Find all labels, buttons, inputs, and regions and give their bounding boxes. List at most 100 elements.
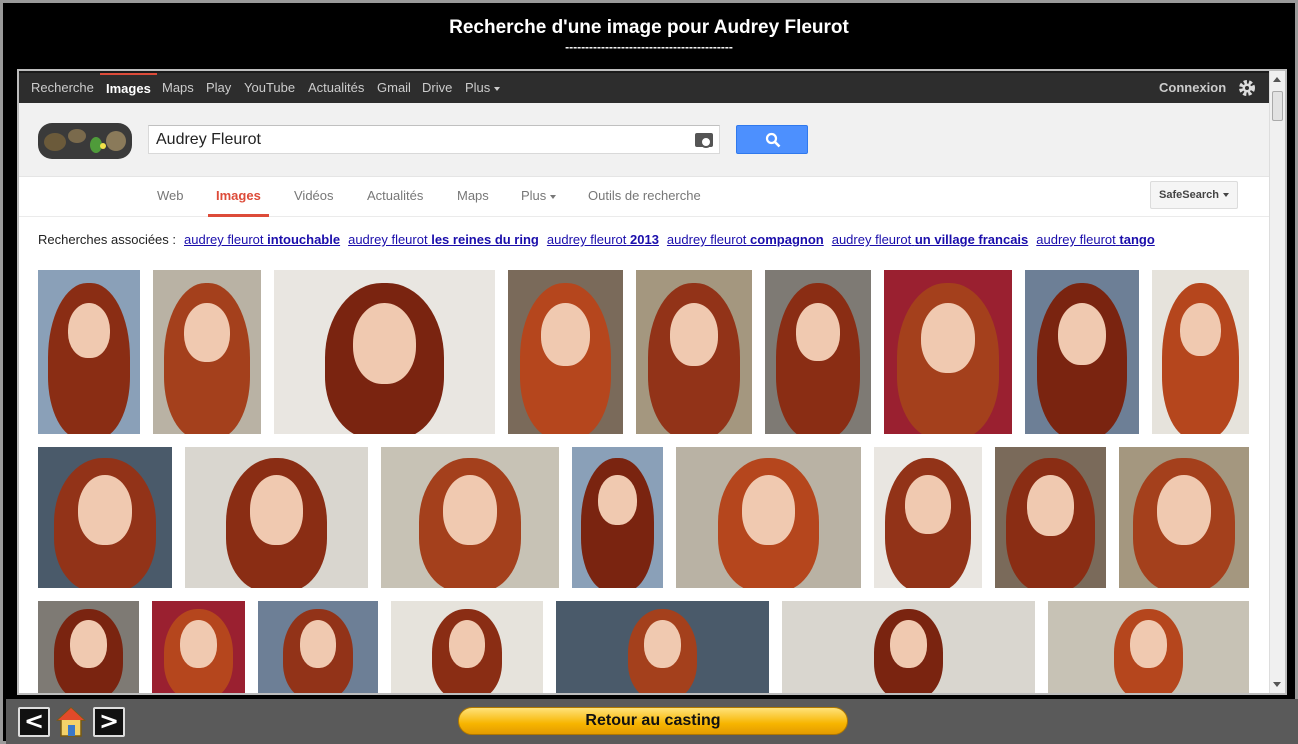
scroll-up-arrow-icon[interactable] [1273, 77, 1281, 82]
portrait-face-shape [180, 620, 217, 668]
image-result-thumbnail[interactable] [258, 601, 378, 693]
portrait-face-shape [70, 620, 107, 668]
forward-button[interactable]: > [93, 707, 125, 737]
gbar-item-gmail[interactable]: Gmail [377, 73, 411, 103]
portrait-face-shape [353, 302, 416, 384]
search-button[interactable] [736, 125, 808, 154]
portrait-face-shape [921, 302, 975, 373]
camera-icon[interactable] [695, 133, 713, 148]
portrait-face-shape [644, 620, 681, 668]
related-link-bold: compagnon [750, 232, 824, 247]
portrait-face-shape [1157, 475, 1211, 545]
app-window: Recherche d'une image pour Audrey Fleuro… [0, 0, 1298, 744]
image-result-thumbnail[interactable] [572, 447, 663, 588]
related-link-base: audrey fleurot [666, 232, 747, 247]
portrait-face-shape [299, 620, 337, 668]
image-result-thumbnail[interactable] [38, 447, 172, 588]
image-result-thumbnail[interactable] [152, 601, 245, 693]
related-link-base: audrey fleurot [546, 232, 627, 247]
search-tabs: Web Images Vidéos Actualités Maps Plus O… [19, 177, 1269, 217]
portrait-face-shape [1027, 475, 1074, 536]
image-result-thumbnail[interactable] [391, 601, 543, 693]
related-link[interactable]: audrey fleurot les reines du ring [348, 232, 539, 247]
image-result-thumbnail[interactable] [1025, 270, 1139, 434]
google-top-bar: Recherche Images Maps Play YouTube Actua… [19, 71, 1269, 103]
image-result-thumbnail[interactable] [556, 601, 769, 693]
search-query-text: Audrey Fleurot [156, 131, 261, 148]
portrait-face-shape [795, 302, 841, 361]
image-result-thumbnail[interactable] [508, 270, 623, 434]
gbar-item-drive[interactable]: Drive [422, 73, 452, 103]
portrait-face-shape [78, 475, 132, 545]
related-link-bold: intouchable [267, 232, 341, 247]
portrait-face-shape [1180, 302, 1221, 356]
image-result-thumbnail[interactable] [995, 447, 1106, 588]
gbar-item-play[interactable]: Play [206, 73, 231, 103]
related-searches-label: Recherches associées : [38, 232, 177, 247]
related-link-base: audrey fleurot [831, 232, 912, 247]
portrait-face-shape [184, 302, 230, 362]
google-doodle-logo[interactable] [38, 123, 132, 159]
page-header: Recherche d'une image pour Audrey Fleuro… [3, 17, 1295, 53]
image-result-thumbnail[interactable] [782, 601, 1035, 693]
gbar-item-plus[interactable]: Plus [465, 73, 501, 103]
portrait-face-shape [890, 620, 927, 668]
gbar-item-actualites[interactable]: Actualités [308, 73, 364, 103]
signin-link[interactable]: Connexion [1159, 73, 1226, 103]
image-result-thumbnail[interactable] [274, 270, 495, 434]
related-link[interactable]: audrey fleurot compagnon [667, 232, 824, 247]
image-result-thumbnail[interactable] [765, 270, 871, 434]
tab-plus-label: Plus [521, 188, 547, 203]
scrollbar-thumb[interactable] [1272, 91, 1283, 121]
related-link-bold: 2013 [630, 232, 659, 247]
related-link-base: audrey fleurot [348, 232, 428, 247]
portrait-face-shape [443, 475, 497, 545]
related-link-base: audrey fleurot [1036, 232, 1116, 247]
image-result-thumbnail[interactable] [636, 270, 752, 434]
related-link[interactable]: audrey fleurot 2013 [547, 232, 659, 247]
gbar-item-youtube[interactable]: YouTube [244, 73, 295, 103]
portrait-face-shape [448, 620, 486, 668]
image-result-thumbnail[interactable] [1119, 447, 1249, 588]
gbar-item-maps[interactable]: Maps [162, 73, 194, 103]
vertical-scrollbar[interactable] [1269, 71, 1285, 693]
gbar-item-recherche[interactable]: Recherche [31, 73, 94, 103]
tab-plus[interactable]: Plus [521, 177, 557, 217]
image-result-thumbnail[interactable] [1048, 601, 1249, 693]
safesearch-dropdown[interactable]: SafeSearch [1150, 181, 1238, 209]
tab-outils-de-recherche[interactable]: Outils de recherche [588, 177, 701, 217]
related-searches: Recherches associées : audrey fleurot int… [38, 232, 1155, 247]
search-input[interactable]: Audrey Fleurot [148, 125, 720, 154]
gbar-plus-label: Plus [465, 80, 491, 95]
related-link-bold: tango [1119, 232, 1155, 247]
tab-actualites[interactable]: Actualités [367, 177, 423, 217]
back-button[interactable]: < [18, 707, 50, 737]
image-result-thumbnail[interactable] [38, 601, 139, 693]
image-result-thumbnail[interactable] [676, 447, 861, 588]
related-link[interactable]: audrey fleurot tango [1036, 232, 1155, 247]
image-result-thumbnail[interactable] [874, 447, 982, 588]
page-title: Recherche d'une image pour Audrey Fleuro… [449, 17, 849, 38]
image-result-thumbnail[interactable] [381, 447, 559, 588]
retour-au-casting-button[interactable]: Retour au casting [458, 707, 848, 735]
gbar-item-images[interactable]: Images [100, 73, 157, 103]
image-result-thumbnail[interactable] [1152, 270, 1249, 434]
image-result-thumbnail[interactable] [185, 447, 368, 588]
tab-videos[interactable]: Vidéos [294, 177, 334, 217]
image-result-thumbnail[interactable] [884, 270, 1012, 434]
scroll-down-arrow-icon[interactable] [1273, 682, 1281, 687]
home-icon[interactable] [56, 706, 86, 738]
image-result-thumbnail[interactable] [153, 270, 261, 434]
related-link[interactable]: audrey fleurot intouchable [184, 232, 340, 247]
tab-maps[interactable]: Maps [457, 177, 489, 217]
related-link[interactable]: audrey fleurot un village francais [832, 232, 1029, 247]
chevron-down-icon [1222, 193, 1229, 198]
gear-icon[interactable] [1238, 79, 1256, 97]
safesearch-label: SafeSearch [1159, 189, 1219, 201]
tab-web[interactable]: Web [157, 177, 184, 217]
search-icon [765, 132, 781, 148]
image-result-thumbnail[interactable] [38, 270, 140, 434]
chevron-down-icon [494, 86, 501, 91]
tab-images[interactable]: Images [208, 177, 269, 217]
chevron-down-icon [550, 194, 557, 199]
